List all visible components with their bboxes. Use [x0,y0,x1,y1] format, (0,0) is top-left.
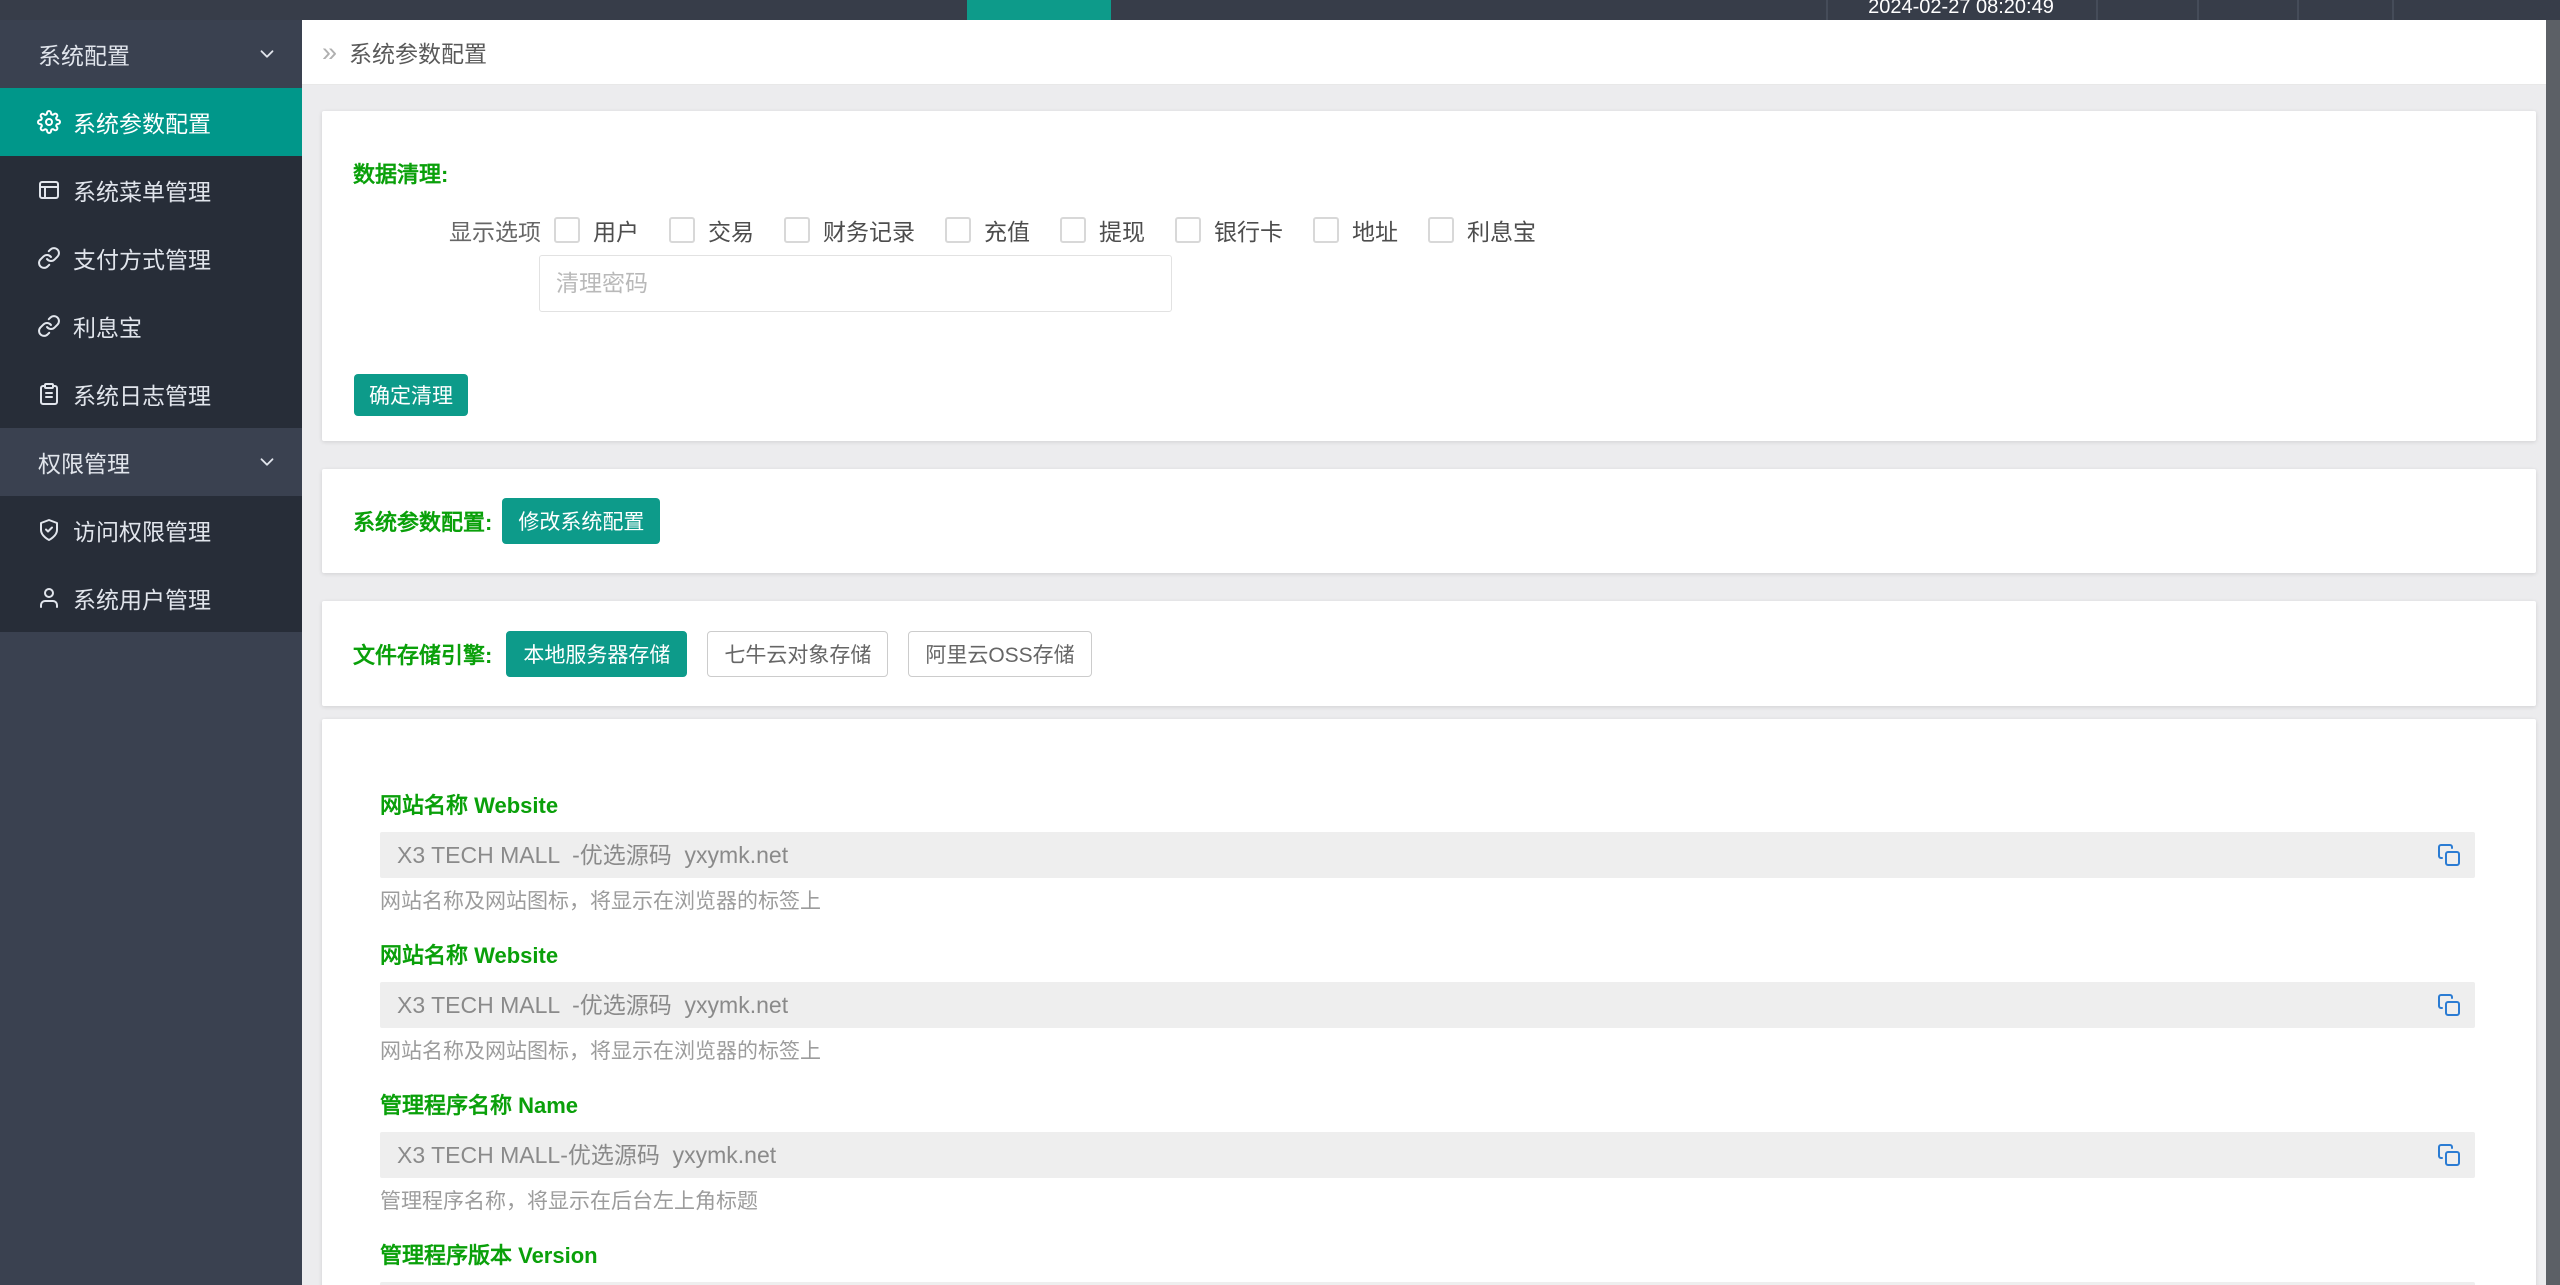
cleanup-option-7[interactable]: 地址 [1313,213,1398,247]
user-icon [37,586,61,610]
cleanup-password-input[interactable] [539,255,1172,312]
clock-timestamp: 2024-02-27 08:20:49 [1868,0,2054,20]
cleanup-option-5[interactable]: 提现 [1060,213,1145,247]
checkbox[interactable] [1313,217,1339,243]
link-icon [37,314,61,338]
topbar-active-tab[interactable] [967,0,1111,20]
checkbox[interactable] [1060,217,1086,243]
field-input[interactable]: X3 TECH MALL -优选源码 yxymk.net [380,982,2475,1028]
site-settings-card: 网站名称 Website X3 TECH MALL -优选源码 yxymk.ne… [322,719,2536,1285]
sidebar-item-permission-mgmt-group[interactable]: 权限管理 [0,428,302,496]
topbar-separator [2297,0,2299,20]
form-field-1: 网站名称 Website X3 TECH MALL -优选源码 yxymk.ne… [380,792,2475,914]
checkbox[interactable] [554,217,580,243]
sidebar-item-payment-method-mgmt[interactable]: 支付方式管理 [0,224,302,292]
gear-icon [37,110,61,134]
sidebar-item-lixibao[interactable]: 利息宝 [0,292,302,360]
field-help-text: 管理程序名称，将显示在后台左上角标题 [380,1190,2475,1214]
checkbox[interactable] [669,217,695,243]
checkbox[interactable] [1175,217,1201,243]
confirm-cleanup-button[interactable]: 确定清理 [354,374,468,416]
cleanup-option-2[interactable]: 交易 [669,213,754,247]
checkbox[interactable] [1428,217,1454,243]
sidebar: 系统配置 系统参数配置 系统菜单管理 支付方式管理 利息宝 系统日志管理 权限管… [0,20,302,1285]
cleanup-option-4[interactable]: 充值 [945,213,1030,247]
link-icon [37,246,61,270]
topbar: 2024-02-27 08:20:49 [0,0,2560,20]
storage-option-3[interactable]: 阿里云OSS存储 [908,631,1091,677]
data-cleanup-title: 数据清理: [353,157,448,189]
storage-engine-card: 文件存储引擎: 本地服务器存储 七牛云对象存储 阿里云OSS存储 [322,601,2536,706]
sidebar-item-system-config-group[interactable]: 系统配置 [0,20,302,88]
cleanup-option-3[interactable]: 财务记录 [784,213,915,247]
main-area: » 系统参数配置 数据清理: 显示选项 用户 交易 财务记录 充值 提现 银 [302,20,2546,1285]
field-value: X3 TECH MALL -优选源码 yxymk.net [380,982,2475,1028]
checkbox[interactable] [784,217,810,243]
storage-option-1[interactable]: 本地服务器存储 [506,631,687,677]
content: 数据清理: 显示选项 用户 交易 财务记录 充值 提现 银行卡 地址 利息宝 [302,85,2546,1285]
topbar-separator [1826,0,1828,20]
modify-system-config-button[interactable]: 修改系统配置 [502,498,660,544]
field-label: 网站名称 Website [380,942,2475,969]
storage-engine-label: 文件存储引擎: [353,638,492,670]
vertical-scrollbar[interactable] [2546,20,2560,1285]
checkbox[interactable] [945,217,971,243]
field-input[interactable]: X3 TECH MALL -优选源码 yxymk.net [380,832,2475,878]
breadcrumb: » 系统参数配置 [302,20,2546,85]
sidebar-item-system-log-mgmt[interactable]: 系统日志管理 [0,360,302,428]
log-icon [37,382,61,406]
topbar-separator [2392,0,2394,20]
field-help-text: 网站名称及网站图标，将显示在浏览器的标签上 [380,890,2475,914]
sidebar-item-access-permission-mgmt[interactable]: 访问权限管理 [0,496,302,564]
field-label: 管理程序版本 Version [380,1242,2475,1269]
shield-icon [37,518,61,542]
field-label: 网站名称 Website [380,792,2475,819]
sidebar-item-system-menu-mgmt[interactable]: 系统菜单管理 [0,156,302,224]
storage-option-2[interactable]: 七牛云对象存储 [707,631,888,677]
cleanup-options-row: 显示选项 用户 交易 财务记录 充值 提现 银行卡 地址 利息宝 [449,202,1536,258]
field-value: X3 TECH MALL-优选源码 yxymk.net [380,1132,2475,1178]
cleanup-option-1[interactable]: 用户 [554,213,639,247]
form-field-4: 管理程序版本 Version [380,1242,2475,1285]
menu-icon [37,178,61,202]
field-input[interactable]: X3 TECH MALL-优选源码 yxymk.net [380,1132,2475,1178]
copy-icon[interactable] [2437,993,2461,1017]
system-config-card: 系统参数配置: 修改系统配置 [322,469,2536,573]
options-label: 显示选项 [449,213,541,247]
breadcrumb-chevrons-icon: » [322,39,337,66]
cleanup-option-8[interactable]: 利息宝 [1428,213,1536,247]
chevron-down-icon [256,43,278,65]
sidebar-item-system-params-config[interactable]: 系统参数配置 [0,88,302,156]
page-title: 系统参数配置 [349,35,487,69]
form-field-3: 管理程序名称 Name X3 TECH MALL-优选源码 yxymk.net … [380,1092,2475,1214]
copy-icon[interactable] [2437,1143,2461,1167]
form-field-2: 网站名称 Website X3 TECH MALL -优选源码 yxymk.ne… [380,942,2475,1064]
data-cleanup-card: 数据清理: 显示选项 用户 交易 财务记录 充值 提现 银行卡 地址 利息宝 [322,111,2536,441]
topbar-separator [2096,0,2098,20]
field-label: 管理程序名称 Name [380,1092,2475,1119]
field-help-text: 网站名称及网站图标，将显示在浏览器的标签上 [380,1040,2475,1064]
copy-icon[interactable] [2437,843,2461,867]
sidebar-item-system-user-mgmt[interactable]: 系统用户管理 [0,564,302,632]
field-value: X3 TECH MALL -优选源码 yxymk.net [380,832,2475,878]
cleanup-option-6[interactable]: 银行卡 [1175,213,1283,247]
chevron-down-icon [256,451,278,473]
topbar-separator [2197,0,2199,20]
system-config-label: 系统参数配置: [353,505,492,537]
